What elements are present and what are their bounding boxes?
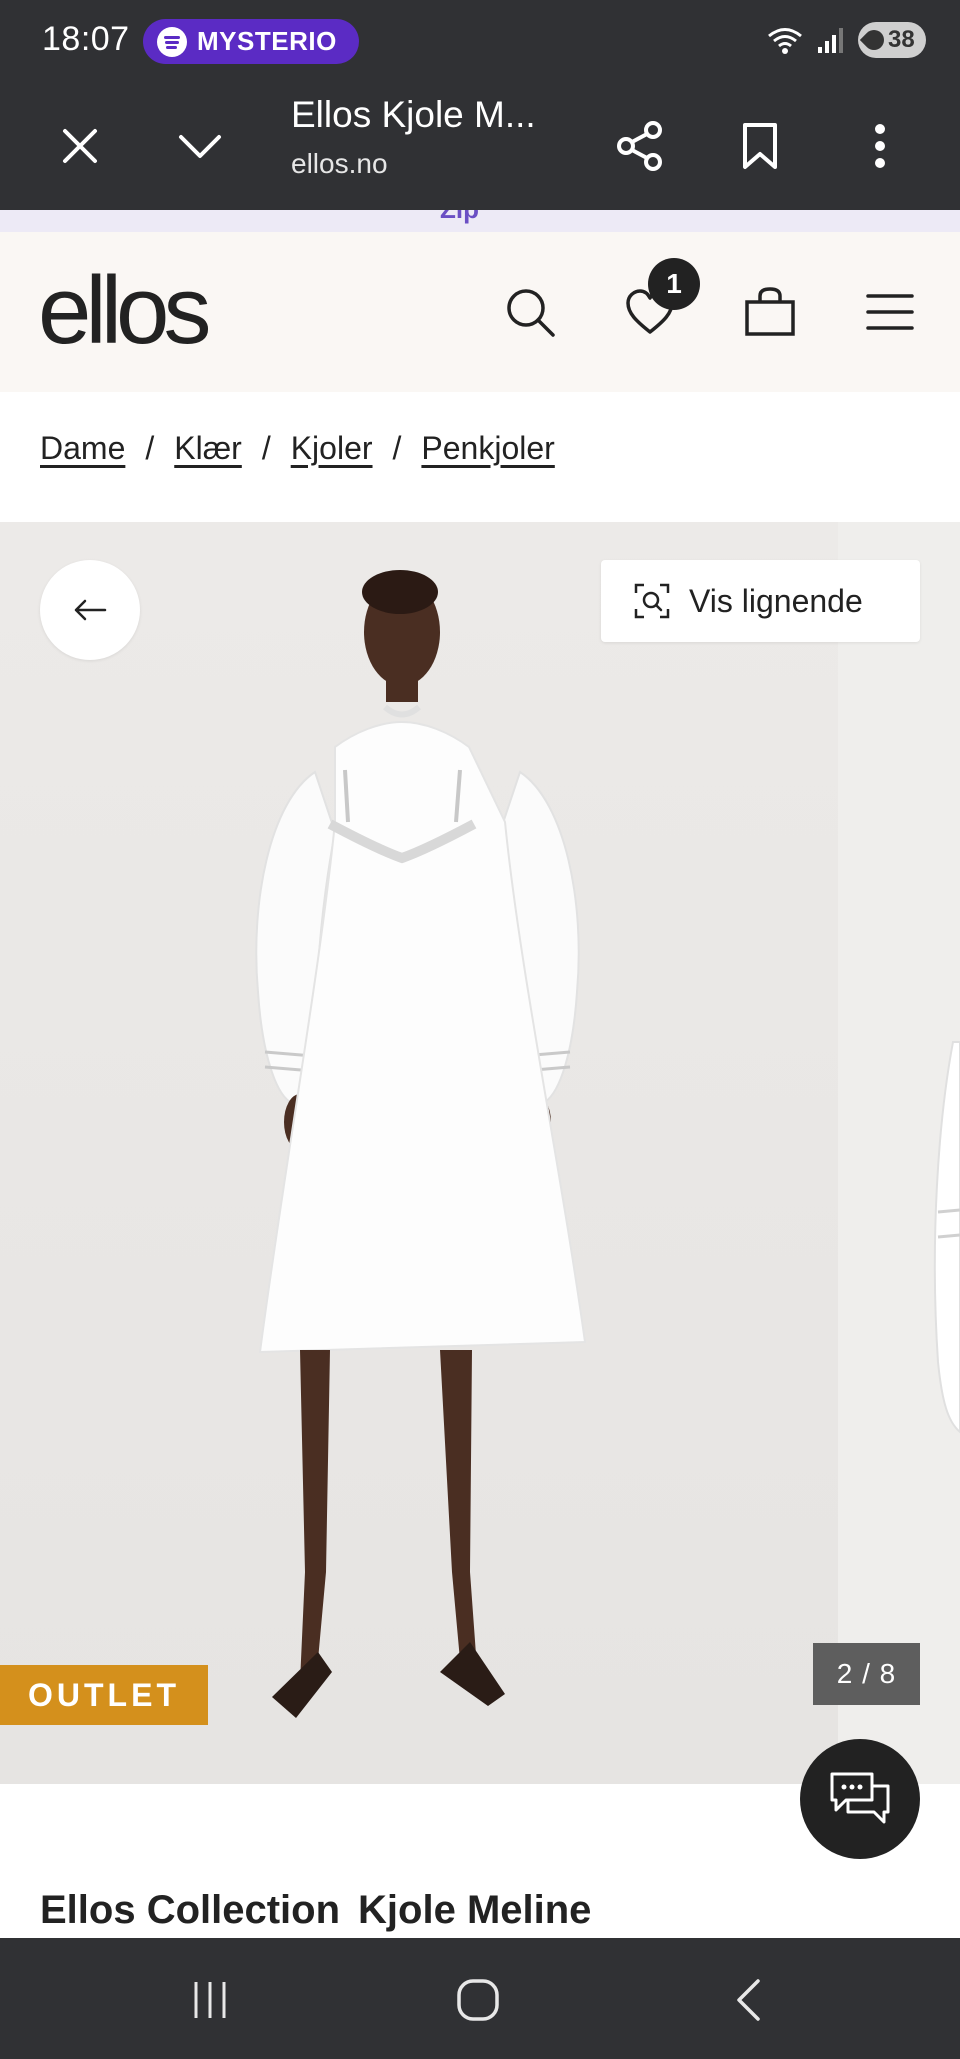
- ellos-logo[interactable]: ellos: [38, 256, 211, 366]
- home-button[interactable]: [446, 1968, 510, 2032]
- gallery-back-button[interactable]: [40, 560, 140, 660]
- spotify-media-pill[interactable]: MYSTERIO: [143, 19, 359, 64]
- breadcrumb-item-klaer[interactable]: Klær: [174, 430, 242, 467]
- breadcrumb-separator: /: [261, 430, 271, 466]
- promo-text: Zip: [440, 210, 479, 225]
- spotify-icon: [157, 26, 187, 57]
- status-bar: 18:07 MYSTERIO 38: [0, 0, 960, 84]
- close-icon: [63, 129, 97, 163]
- status-time: 18:07: [42, 20, 130, 58]
- battery-level: 38: [888, 26, 915, 53]
- chat-button[interactable]: [800, 1739, 920, 1859]
- home-icon: [457, 1979, 499, 2021]
- arrow-left-icon: [74, 599, 107, 621]
- back-chevron-icon: [737, 1979, 760, 2021]
- breadcrumb-item-kjoler[interactable]: Kjoler: [291, 430, 373, 467]
- next-photo-preview-image: [933, 1041, 960, 1434]
- more-vert-icon: [875, 124, 885, 168]
- more-options-button[interactable]: [848, 114, 912, 178]
- tab-title[interactable]: Ellos Kjole M...: [291, 94, 536, 136]
- cart-button[interactable]: [738, 280, 802, 344]
- back-button[interactable]: [716, 1968, 780, 2032]
- battery-icon: 38: [858, 22, 926, 58]
- product-name: Kjole Meline: [358, 1888, 592, 1932]
- promo-strip[interactable]: Zip: [0, 210, 960, 232]
- recent-apps-icon: [194, 1982, 226, 2018]
- power-saving-icon: [859, 25, 889, 55]
- next-product-photo-peek[interactable]: [838, 522, 960, 1784]
- product-image-gallery[interactable]: OUTLET Vis lignende 2 / 8: [0, 522, 960, 1784]
- browser-toolbar: Ellos Kjole M... ellos.no: [0, 84, 960, 210]
- recent-apps-button[interactable]: [178, 1968, 242, 2032]
- product-title: Ellos Collection Kjole Meline: [40, 1888, 591, 1933]
- breadcrumb-separator: /: [392, 430, 402, 466]
- chat-icon: [830, 1772, 890, 1824]
- wifi-icon: [768, 28, 802, 54]
- menu-button[interactable]: [858, 280, 922, 344]
- search-button[interactable]: [498, 280, 562, 344]
- media-pill-label: MYSTERIO: [197, 26, 337, 56]
- tab-url[interactable]: ellos.no: [291, 148, 388, 180]
- site-header: ellos 1: [0, 232, 960, 392]
- close-tab-button[interactable]: [48, 114, 112, 178]
- chevron-down-icon: [179, 135, 221, 158]
- breadcrumb-item-penkjoler[interactable]: Penkjoler: [421, 430, 554, 467]
- share-icon: [617, 121, 662, 171]
- breadcrumb-item-dame[interactable]: Dame: [40, 430, 125, 467]
- system-navigation-bar: [0, 1938, 960, 2059]
- show-similar-button[interactable]: Vis lignende: [601, 560, 920, 642]
- share-button[interactable]: [608, 114, 672, 178]
- product-photo[interactable]: OUTLET: [0, 522, 838, 1784]
- menu-icon: [866, 294, 914, 330]
- bookmark-icon: [743, 123, 777, 169]
- bag-icon: [745, 287, 795, 336]
- signal-icon: [818, 28, 843, 53]
- breadcrumb-separator: /: [145, 430, 155, 466]
- breadcrumb: Dame / Klær / Kjoler / Penkjoler: [40, 430, 555, 467]
- show-similar-label: Vis lignende: [689, 582, 863, 619]
- favorites-count-badge: 1: [648, 258, 700, 310]
- visual-search-icon: [634, 583, 670, 619]
- product-brand[interactable]: Ellos Collection: [40, 1888, 340, 1932]
- expand-tab-button[interactable]: [168, 114, 232, 178]
- image-counter: 2 / 8: [813, 1643, 920, 1705]
- search-icon: [507, 289, 555, 337]
- model-in-dress-image: [255, 570, 587, 1718]
- outlet-badge: OUTLET: [0, 1665, 208, 1725]
- bookmark-button[interactable]: [728, 114, 792, 178]
- status-indicators: 38: [766, 22, 926, 58]
